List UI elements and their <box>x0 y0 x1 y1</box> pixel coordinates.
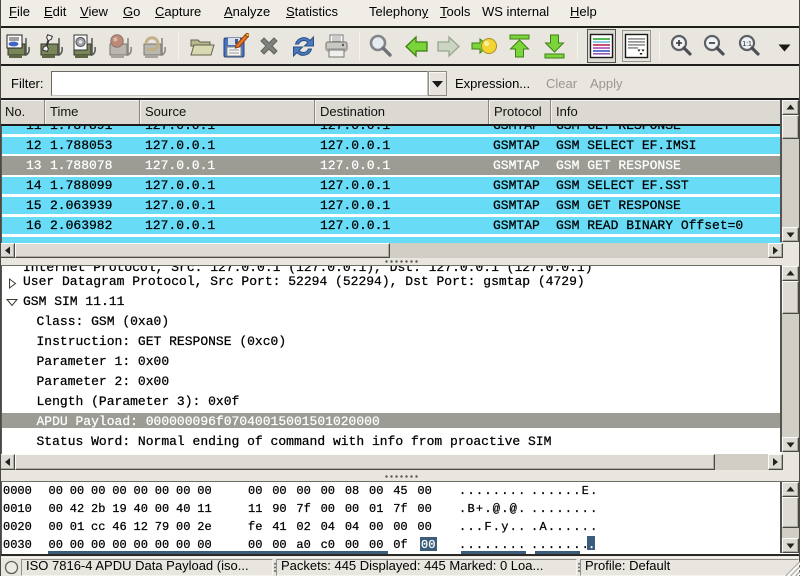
svg-text:1:1: 1:1 <box>742 41 752 48</box>
